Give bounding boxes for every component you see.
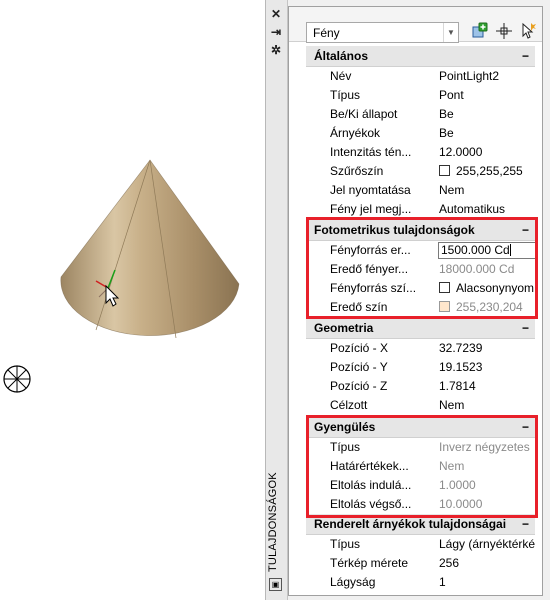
property-row[interactable]: Árnyékok Be	[306, 124, 535, 143]
auto-hide-icon[interactable]: ⇥	[270, 26, 282, 38]
group-title: Általános	[314, 49, 369, 63]
property-value[interactable]: Nem	[439, 181, 535, 200]
property-row[interactable]: Lágyság 1	[306, 573, 535, 592]
property-value[interactable]: Pont	[439, 86, 535, 105]
collapse-icon[interactable]: −	[522, 318, 529, 338]
property-row[interactable]: Térkép mérete 256	[306, 554, 535, 573]
property-row[interactable]: Pozíció - Z 1.7814	[306, 377, 535, 396]
property-value[interactable]: 12.0000	[439, 143, 535, 162]
property-value[interactable]: PointLight2	[439, 67, 535, 86]
property-row[interactable]: Pozíció - Y 19.1523	[306, 358, 535, 377]
group-title: Geometria	[314, 321, 374, 335]
property-value[interactable]: Nem	[439, 396, 535, 415]
cone-scene	[3, 159, 240, 393]
property-label: Név	[330, 69, 352, 83]
close-icon[interactable]: ✕	[270, 8, 282, 20]
property-label: Célzott	[330, 398, 368, 412]
property-row[interactable]: Név PointLight2	[306, 67, 535, 86]
palette-title-strip: ✕ ⇥ ✲ TULAJDONSÁGOK ▣	[266, 0, 288, 600]
property-label: Jel nyomtatása	[330, 183, 411, 197]
object-type-value: Fény	[313, 26, 340, 40]
drawing-viewport[interactable]	[0, 0, 265, 600]
collapse-icon[interactable]: −	[522, 46, 529, 66]
property-value: 255,255,255	[456, 164, 523, 178]
property-label: Be/Ki állapot	[330, 107, 398, 121]
object-type-dropdown[interactable]: Fény ▼	[306, 22, 459, 43]
property-label: Típus	[330, 537, 361, 551]
property-row[interactable]: Intenzitás tén... 12.0000	[306, 143, 535, 162]
property-row[interactable]: Be/Ki állapot Be	[306, 105, 535, 124]
add-to-selection-icon[interactable]	[470, 22, 488, 40]
lamp-intensity-dialog-icon[interactable]	[542, 244, 543, 256]
group-geometry-header[interactable]: Geometria −	[306, 318, 535, 339]
select-objects-icon[interactable]	[495, 22, 513, 40]
property-label: Intenzitás tén...	[330, 145, 412, 159]
palette-menu-icon[interactable]: ▣	[269, 578, 282, 591]
properties-panel: Fény ▼ Általános − Név PointLight2 Típus P…	[288, 6, 543, 596]
property-label: Pozíció - X	[330, 341, 389, 355]
property-value[interactable]: Lágy (árnyéktérkép)	[439, 535, 535, 554]
property-row[interactable]: Szűrőszín 255,255,255	[306, 162, 535, 181]
property-label: Árnyékok	[330, 126, 381, 140]
settings-gear-icon[interactable]: ✲	[270, 44, 282, 56]
chevron-down-icon: ▼	[443, 23, 458, 42]
palette-title: TULAJDONSÁGOK	[267, 472, 279, 572]
property-value[interactable]: Be	[439, 124, 535, 143]
property-label: Térkép mérete	[330, 556, 409, 570]
color-swatch-icon	[439, 165, 450, 176]
property-value[interactable]: 256	[439, 554, 535, 573]
group-general-header[interactable]: Általános −	[306, 46, 535, 67]
property-row[interactable]: Pozíció - X 32.7239	[306, 339, 535, 358]
property-row[interactable]: Célzott Nem	[306, 396, 535, 415]
light-glyph-icon[interactable]	[3, 365, 31, 393]
property-value[interactable]: 1.7814	[439, 377, 535, 396]
property-value[interactable]: 19.1523	[439, 358, 535, 377]
cone-object[interactable]	[60, 159, 240, 339]
property-label: Típus	[330, 88, 361, 102]
property-label: Pozíció - Y	[330, 360, 388, 374]
property-label: Pozíció - Z	[330, 379, 388, 393]
filter-color-value[interactable]: 255,255,255	[439, 162, 535, 181]
property-value[interactable]: 32.7239	[439, 339, 535, 358]
attenuation-highlight-box	[306, 415, 538, 518]
property-row[interactable]: Típus Lágy (árnyéktérkép)	[306, 535, 535, 554]
property-row[interactable]: Típus Pont	[306, 86, 535, 105]
properties-palette: ✕ ⇥ ✲ TULAJDONSÁGOK ▣ Fény ▼ Általános −…	[265, 0, 550, 600]
property-value[interactable]: Be	[439, 105, 535, 124]
quick-select-icon[interactable]	[519, 22, 537, 40]
photometric-highlight-box	[306, 217, 538, 319]
property-label: Szűrőszín	[330, 164, 384, 178]
property-label: Lágyság	[330, 575, 376, 589]
property-row[interactable]: Jel nyomtatása Nem	[306, 181, 535, 200]
property-value[interactable]: 1	[439, 573, 535, 592]
